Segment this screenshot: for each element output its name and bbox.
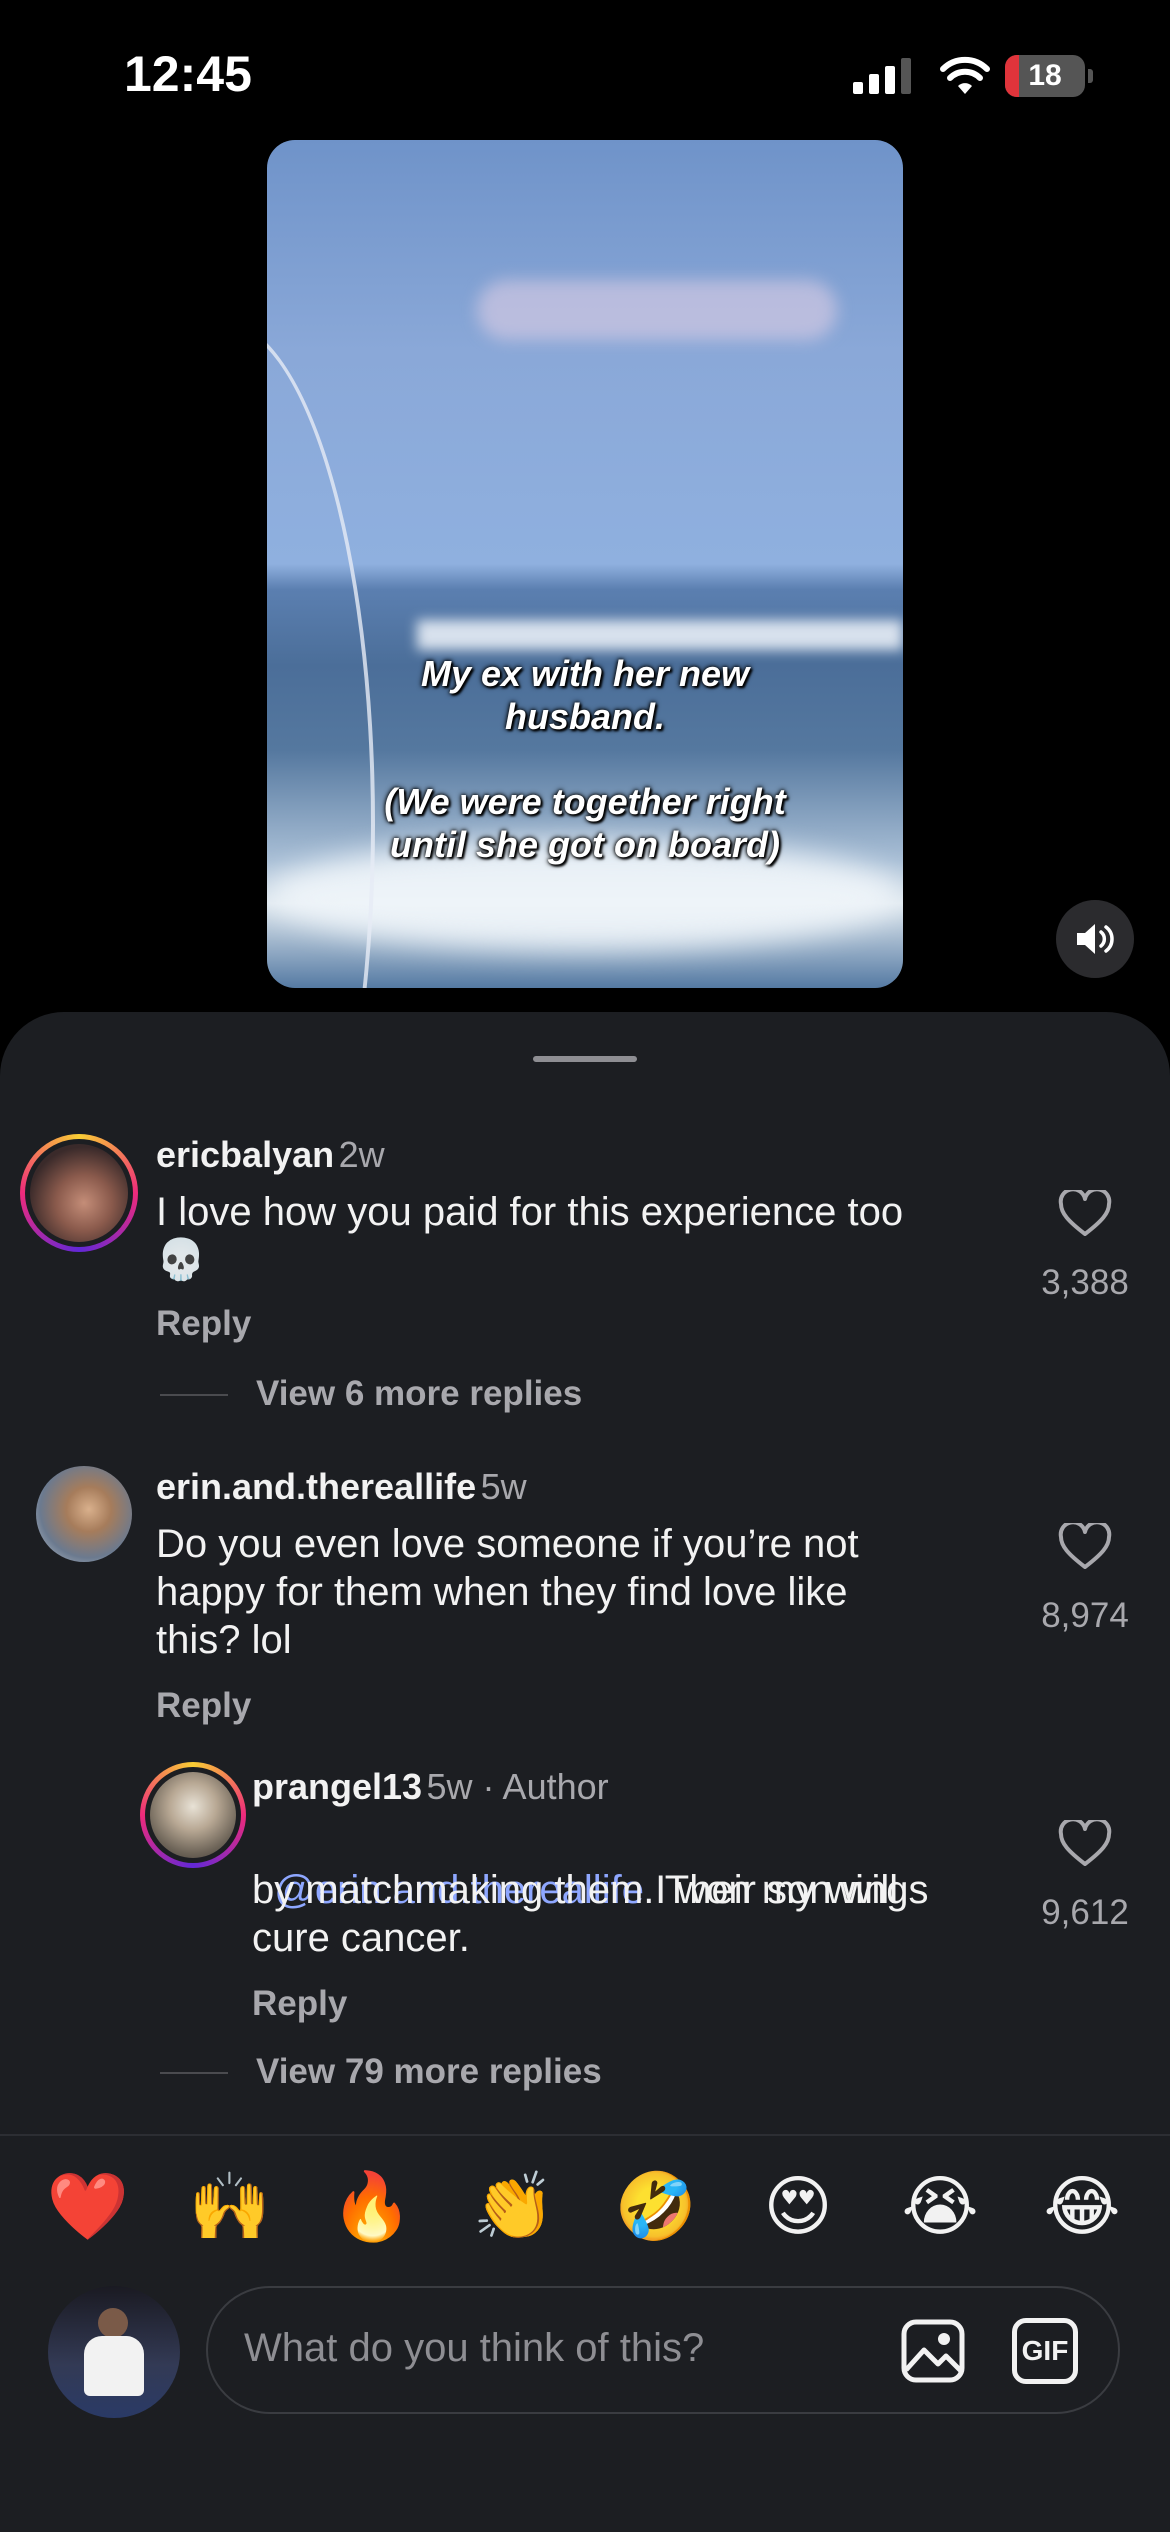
heart-icon[interactable] (1058, 1820, 1112, 1868)
my-avatar (48, 2286, 180, 2418)
status-time: 12:45 (124, 46, 252, 102)
gif-button[interactable]: GIF (1012, 2318, 1078, 2384)
comment-age: 2w (338, 1134, 385, 1175)
replies-divider (160, 2072, 228, 2074)
reply-text: cure cancer. (252, 1916, 470, 1960)
view-more-replies-button[interactable]: View 6 more replies (256, 1374, 582, 1414)
reply-button[interactable]: Reply (252, 1984, 347, 2024)
view-more-replies-button[interactable]: View 79 more replies (256, 2052, 602, 2092)
comment-text: Do you even love someone if you’re not (156, 1522, 859, 1566)
emoji-bar-divider (0, 2134, 1170, 2136)
reply-button[interactable]: Reply (156, 1686, 251, 1726)
video-player[interactable]: My ex with her new husband. (We were tog… (267, 140, 903, 988)
emoji-heart-eyes[interactable]: 😍 (753, 2166, 843, 2246)
like-count: 9,612 (1041, 1893, 1129, 1932)
heart-icon[interactable] (1058, 1523, 1112, 1571)
emoji-rofl[interactable]: 🤣 (611, 2166, 701, 2246)
comment-input-placeholder: What do you think of this? (244, 2326, 705, 2370)
replies-divider (160, 1394, 228, 1396)
emoji-crying[interactable]: 😭 (895, 2166, 985, 2246)
comment-username[interactable]: ericbalyan (156, 1134, 334, 1175)
emoji-heart[interactable]: ❤️ (43, 2166, 133, 2246)
like-count: 3,388 (1041, 1263, 1129, 1302)
video-caption-line: husband. (505, 696, 665, 737)
reply-age-author: 5w · Author (426, 1766, 609, 1807)
comment-username[interactable]: erin.and.thereallife (156, 1466, 476, 1507)
emoji-fire[interactable]: 🔥 (327, 2166, 417, 2246)
reply-text: by matchmaking them. Their son will (252, 1868, 899, 1912)
emoji-raised-hands[interactable]: 🙌 (185, 2166, 275, 2246)
skull-emoji: 💀 (156, 1238, 206, 1282)
heart-icon[interactable] (1058, 1190, 1112, 1238)
speaker-icon (1077, 924, 1114, 954)
avatar[interactable] (20, 1134, 138, 1252)
avatar[interactable] (140, 1762, 246, 1868)
reply-button[interactable]: Reply (156, 1304, 251, 1344)
battery-icon: 18 (1005, 55, 1093, 97)
comment-text: happy for them when they find love like (156, 1570, 848, 1614)
video-caption-line: My ex with her new (420, 653, 750, 694)
avatar[interactable] (36, 1466, 132, 1562)
mute-button[interactable] (1056, 900, 1134, 978)
comment-text: I love how you paid for this experience … (156, 1190, 904, 1234)
emoji-clap[interactable]: 👏 (469, 2166, 559, 2246)
video-caption-line: until she got on board) (390, 824, 780, 865)
like-count: 8,974 (1041, 1596, 1129, 1635)
cellular-signal-icon (853, 58, 911, 94)
battery-level: 18 (1028, 59, 1062, 92)
reply-username[interactable]: prangel13 (252, 1766, 422, 1807)
video-caption-line: (We were together right (384, 781, 786, 822)
sheet-drag-handle[interactable] (533, 1056, 637, 1062)
comment-age: 5w (480, 1466, 527, 1507)
wifi-icon (940, 56, 990, 94)
comment-text: this? lol (156, 1618, 292, 1662)
emoji-tears-of-joy[interactable]: 😂 (1037, 2166, 1127, 2246)
image-icon[interactable] (900, 2318, 966, 2384)
